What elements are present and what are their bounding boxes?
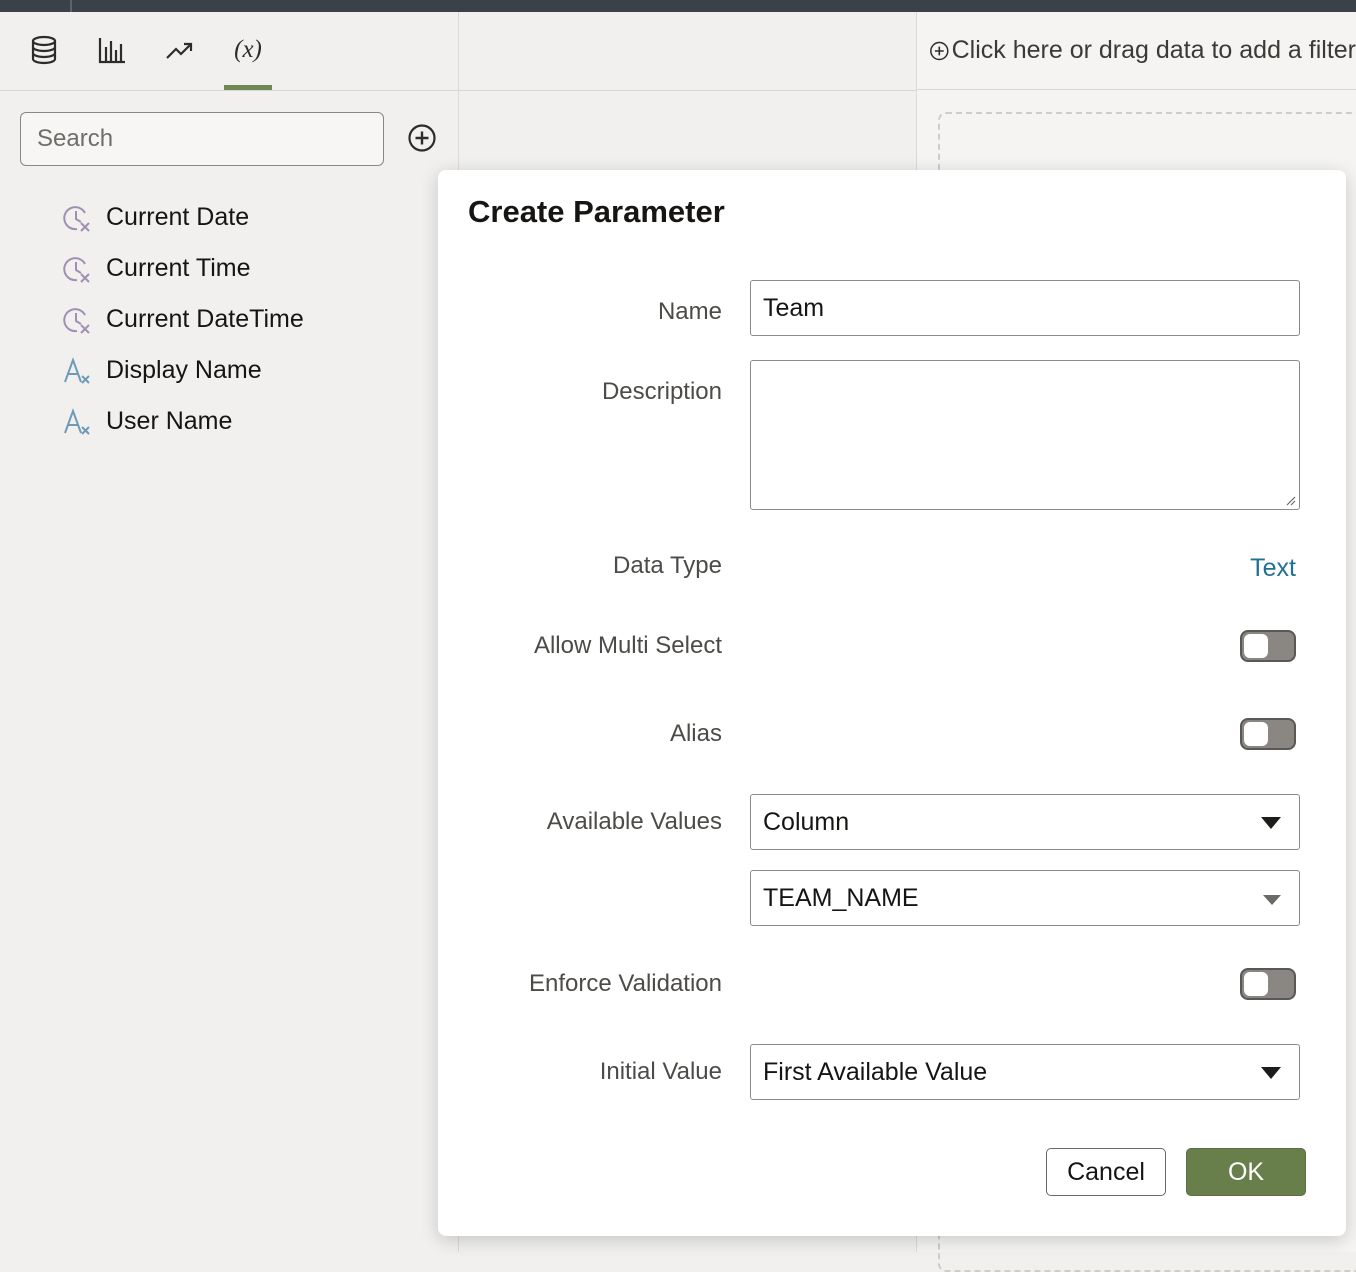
chevron-down-icon (1263, 895, 1281, 905)
list-item-label: Display Name (106, 356, 262, 384)
list-item[interactable]: User Name (60, 396, 304, 447)
toggle-knob (1244, 634, 1268, 658)
clock-variable-icon (60, 303, 94, 337)
search-input[interactable] (20, 112, 384, 166)
grammar-panel-header (459, 12, 916, 91)
list-item-label: Current DateTime (106, 305, 304, 333)
list-item[interactable]: Current Date (60, 192, 304, 243)
clock-variable-icon (60, 201, 94, 235)
tab-visualizations[interactable] (88, 30, 136, 70)
available-values-label: Available Values (546, 808, 722, 835)
chevron-down-icon (1261, 1067, 1281, 1079)
trend-icon (166, 42, 193, 59)
parameter-icon: (x) (234, 36, 262, 63)
description-field[interactable] (750, 360, 1300, 510)
text-variable-icon (60, 354, 94, 388)
tab-data[interactable] (20, 30, 68, 70)
bar-chart-icon (98, 38, 125, 64)
description-label: Description (601, 378, 722, 405)
data-type-link[interactable]: Text (1250, 554, 1296, 583)
initial-value-selected: First Available Value (763, 1057, 988, 1086)
create-parameter-dialog: Create Parameter Name Description Data T… (438, 170, 1346, 1236)
chevron-down-icon (1261, 817, 1281, 829)
available-values-select[interactable]: Column (750, 794, 1300, 850)
panel-tabs: (x) (0, 12, 458, 91)
enforce-validation-toggle[interactable] (1240, 968, 1296, 1000)
add-filter-icon (930, 41, 949, 60)
data-panel: (x) Current Date Current Time Current Da… (0, 12, 459, 1252)
list-item[interactable]: Current Time (60, 243, 304, 294)
text-variable-icon (60, 405, 94, 439)
tab-parameters[interactable]: (x) (224, 30, 272, 90)
allow-multi-select-toggle[interactable] (1240, 630, 1296, 662)
add-parameter-button[interactable] (406, 122, 438, 154)
list-item-label: Current Time (106, 254, 251, 282)
filter-bar[interactable]: Click here or drag data to add a filter (917, 12, 1356, 90)
resize-grip-icon[interactable] (1284, 494, 1296, 506)
available-values-selected: Column (763, 807, 850, 836)
name-field[interactable] (750, 280, 1300, 336)
clock-variable-icon (60, 252, 94, 286)
system-variables-list: Current Date Current Time Current DateTi… (60, 192, 304, 447)
top-bar (0, 0, 1356, 12)
data-type-label: Data Type (613, 552, 722, 579)
dialog-title: Create Parameter (468, 194, 725, 229)
database-icon (31, 35, 57, 65)
tab-analytics[interactable] (156, 30, 204, 70)
ok-button[interactable]: OK (1186, 1148, 1306, 1196)
enforce-validation-label: Enforce Validation (528, 970, 722, 997)
alias-label: Alias (669, 720, 722, 747)
allow-multi-select-label: Allow Multi Select (533, 632, 722, 659)
column-select[interactable]: TEAM_NAME (750, 870, 1300, 926)
alias-toggle[interactable] (1240, 718, 1296, 750)
column-selected: TEAM_NAME (763, 883, 919, 912)
list-item-label: Current Date (106, 203, 250, 231)
list-item-label: User Name (106, 407, 233, 435)
toggle-knob (1244, 722, 1268, 746)
initial-value-label: Initial Value (599, 1058, 722, 1085)
toggle-knob (1244, 972, 1268, 996)
list-item[interactable]: Current DateTime (60, 294, 304, 345)
cancel-button[interactable]: Cancel (1046, 1148, 1166, 1196)
top-bar-divider (70, 0, 72, 12)
list-item[interactable]: Display Name (60, 345, 304, 396)
filter-bar-placeholder: Click here or drag data to add a filter (951, 36, 1356, 64)
initial-value-select[interactable]: First Available Value (750, 1044, 1300, 1100)
name-label: Name (657, 298, 722, 325)
